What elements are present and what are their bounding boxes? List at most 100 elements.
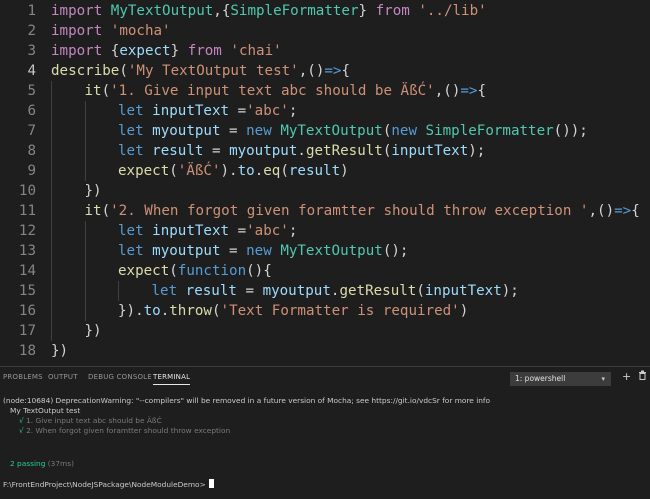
code-line[interactable]: 13 let myoutput = new MyTextOutput();: [0, 241, 650, 261]
test-label: 1. Give input text abc should be ÄßĆ: [26, 416, 162, 425]
code-line[interactable]: 12 let inputText ='abc';: [0, 221, 650, 241]
code-token: from: [187, 43, 231, 59]
code-text: import {expect} from 'chai': [51, 41, 282, 61]
code-token: ;: [288, 223, 298, 239]
code-token: let: [118, 123, 153, 139]
indent-guide: [51, 181, 52, 201]
panel-tabs: PROBLEMS OUTPUT DEBUG CONSOLE TERMINAL 1…: [0, 367, 650, 389]
indent-guide: [51, 261, 52, 281]
indent-guide: [118, 281, 119, 301]
code-token: =>: [324, 63, 342, 79]
code-token: from: [375, 3, 419, 19]
code-token: SimpleFormatter: [425, 123, 554, 139]
code-line[interactable]: 10}): [0, 181, 650, 201]
bottom-panel: PROBLEMS OUTPUT DEBUG CONSOLE TERMINAL 1…: [0, 366, 650, 499]
code-token: import: [51, 3, 111, 19]
code-token: let: [118, 143, 153, 159]
code-line[interactable]: 11 it('2. When forgot given foramtter sho…: [0, 201, 650, 221]
indent-guide: [84, 141, 86, 161]
code-line[interactable]: 17}): [0, 321, 650, 341]
plus-icon[interactable]: +: [622, 370, 631, 384]
line-number: 3: [27, 43, 36, 59]
prompt-line[interactable]: F:\FrontEndProject\NodeJSPackage\NodeMod…: [3, 479, 214, 490]
code-text: let result = myoutput.getResult(inputTex…: [152, 281, 519, 301]
code-token: =: [237, 223, 247, 239]
code-token: inputText: [152, 103, 238, 119]
passing-summary: 2 passing (37ms): [10, 459, 74, 469]
code-token: );: [468, 143, 486, 159]
code-token: expect: [118, 163, 170, 179]
code-token: 'Text Formatter is required': [220, 303, 460, 319]
code-token: getResult: [339, 283, 417, 299]
code-token: 'mocha': [110, 23, 171, 39]
code-token: =>: [614, 203, 632, 219]
code-token: MyTextOutput: [280, 123, 383, 139]
code-token: result: [185, 283, 246, 299]
code-token: it: [84, 203, 102, 219]
code-token: new: [391, 123, 426, 139]
terminal-select[interactable]: 1: powershell ▾: [510, 372, 611, 386]
tab-output[interactable]: OUTPUT: [48, 373, 78, 381]
code-line[interactable]: 2 import 'mocha': [0, 21, 650, 41]
code-line[interactable]: 5 it('1. Give input text abc should be Äß…: [0, 81, 650, 101]
code-token: myoutput: [152, 243, 230, 259]
code-text: let inputText ='abc';: [118, 101, 297, 121]
code-token: (: [211, 303, 221, 319]
code-token: }): [51, 343, 69, 359]
code-line[interactable]: 16}).to.throw('Text Formatter is require…: [0, 301, 650, 321]
code-line[interactable]: 1 import MyTextOutput,{SimpleFormatter} f…: [0, 1, 650, 21]
indent-guide: [51, 81, 52, 101]
code-token: expect: [119, 43, 171, 59]
code-token: {: [477, 83, 486, 99]
code-line[interactable]: 6 let inputText ='abc';: [0, 101, 650, 121]
code-text: }): [85, 321, 102, 341]
code-token: it: [84, 83, 102, 99]
code-token: new: [246, 243, 281, 259]
indent-guide: [84, 261, 86, 281]
code-token: (: [416, 283, 425, 299]
tab-terminal[interactable]: TERMINAL: [153, 373, 191, 385]
tab-debug-console[interactable]: DEBUG CONSOLE: [88, 373, 152, 381]
code-token: 'abc': [246, 103, 289, 119]
code-line[interactable]: 8 let result = myoutput.getResult(inputTe…: [0, 141, 650, 161]
check-icon: √: [19, 416, 24, 425]
code-token: '2. When forgot given foramtter should t…: [110, 203, 589, 219]
indent-guide: [51, 221, 52, 241]
tab-problems[interactable]: PROBLEMS: [3, 373, 43, 381]
indent-guide: [51, 161, 52, 181]
code-token: ): [340, 163, 349, 179]
code-line[interactable]: 4 describe('My TextOutput test',()=>{: [0, 61, 650, 81]
code-text: it('1. Give input text abc should be ÄßĆ…: [85, 81, 487, 101]
terminal-select-value: 1: powershell: [515, 374, 566, 383]
code-line[interactable]: 14 expect(function(){: [0, 261, 650, 281]
code-line[interactable]: 3 import {expect} from 'chai': [0, 41, 650, 61]
indent-guide: [84, 161, 86, 181]
code-token: }): [84, 183, 102, 199]
terminal-output[interactable]: (node:10684) DeprecationWarning: "--comp…: [0, 391, 650, 499]
indent-guide: [51, 241, 52, 261]
code-token: expect: [118, 263, 170, 279]
code-text: let inputText ='abc';: [118, 221, 297, 241]
code-token: import: [51, 23, 111, 39]
code-line[interactable]: 9 expect('ÄßĆ').to.eq(result): [0, 161, 650, 181]
code-token: inputText: [424, 283, 502, 299]
code-token: =: [229, 243, 247, 259]
code-editor[interactable]: 1 import MyTextOutput,{SimpleFormatter} f…: [0, 0, 650, 366]
suite-title: My TextOutput test: [10, 406, 81, 415]
code-token: );: [501, 283, 519, 299]
indent-guide: [51, 121, 52, 141]
code-text: it('2. When forgot given foramtter shoul…: [85, 201, 640, 221]
code-line[interactable]: 7 let myoutput = new MyTextOutput(new Sim…: [0, 121, 650, 141]
indent-guide: [51, 141, 52, 161]
code-text: import MyTextOutput,{SimpleFormatter} fr…: [51, 1, 487, 21]
indent-guide: [51, 281, 52, 301]
code-text: expect(function(){: [118, 261, 272, 281]
trash-icon[interactable]: [638, 370, 647, 384]
line-number: 18: [18, 343, 36, 359]
code-line[interactable]: 18}): [0, 341, 650, 361]
code-token: ,(): [434, 83, 461, 99]
code-token: function: [177, 263, 247, 279]
indent-guide: [84, 281, 86, 301]
code-line[interactable]: 15 let result = myoutput.getResult(inputT…: [0, 281, 650, 301]
code-token: import: [51, 43, 111, 59]
